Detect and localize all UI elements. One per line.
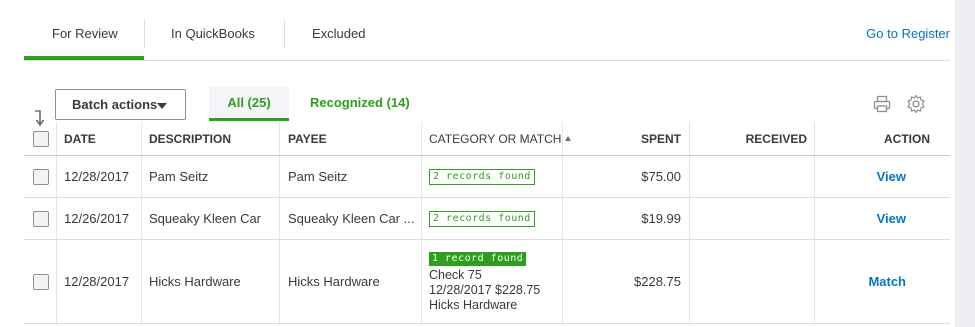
table-header-row: DATE DESCRIPTION PAYEE CATEGORY OR MATCH… [24,122,950,156]
column-divider [141,156,142,197]
view-link[interactable]: View [877,169,906,184]
page-scroll-gutter [955,0,975,327]
column-divider [421,122,422,155]
active-tab-indicator [24,56,144,60]
column-divider [421,240,422,323]
row-payee[interactable]: Hicks Hardware [288,240,380,323]
column-divider [56,240,57,323]
column-divider [279,156,280,197]
row-spent: $228.75 [634,274,681,289]
tab-excluded[interactable]: Excluded [312,26,365,41]
column-divider [56,156,57,197]
row-spent: $19.99 [641,211,681,226]
column-divider [141,198,142,239]
batch-actions-label: Batch actions [72,97,158,112]
row-description: Pam Seitz [149,169,209,184]
column-divider [279,122,280,155]
select-all-cell [33,122,49,155]
tab-in-quickbooks[interactable]: In QuickBooks [171,26,255,41]
row-checkbox[interactable] [33,273,49,290]
row-received [689,156,807,197]
record-found-badge[interactable]: 1 record found [429,252,527,266]
header-action: ACTION [884,131,930,146]
column-divider [56,198,57,239]
row-action-cell: View [814,156,906,197]
column-divider [141,240,142,323]
review-tabs: For Review In QuickBooks Excluded Go to … [24,0,950,61]
column-divider [279,198,280,239]
filter-recognized-tab[interactable]: Recognized (14) [310,95,410,110]
table-row[interactable]: 12/28/2017 Pam Seitz Pam Seitz 2 records… [24,156,950,198]
row-category-cell[interactable]: 1 record found Check 75 12/28/2017 $228.… [429,240,540,323]
row-category-cell[interactable]: 2 records found [429,198,535,239]
row-date: 12/28/2017 [64,274,130,289]
header-category-cell[interactable]: CATEGORY OR MATCH [429,122,572,155]
records-found-badge[interactable]: 2 records found [429,168,535,185]
table-row[interactable]: 12/26/2017 Squeaky Kleen Car Squeaky Kle… [24,198,950,240]
match-line-payee: Hicks Hardware [429,298,518,312]
row-action-cell: Match [814,240,906,323]
header-date[interactable]: DATE [64,122,96,155]
chevron-down-icon [157,103,167,109]
row-select-cell [33,198,49,239]
table-row[interactable]: 12/28/2017 Hicks Hardware Hicks Hardware… [24,240,950,324]
tab-divider [284,20,285,48]
filter-all-tab[interactable]: All (25) [209,87,289,121]
print-icon[interactable] [873,95,891,113]
view-link[interactable]: View [877,211,906,226]
column-divider [141,122,142,155]
tab-for-review[interactable]: For Review [52,26,118,41]
records-found-badge[interactable]: 2 records found [429,210,535,227]
match-link[interactable]: Match [868,274,906,289]
header-category: CATEGORY OR MATCH [429,131,562,146]
column-divider [421,156,422,197]
row-action-cell: View [814,198,906,239]
row-select-cell [33,156,49,197]
row-received [689,240,807,323]
column-divider [56,122,57,155]
match-details: 1 record found Check 75 12/28/2017 $228.… [429,250,540,313]
row-payee[interactable]: Squeaky Kleen Car ... [288,198,414,239]
row-select-cell [33,240,49,323]
row-description: Squeaky Kleen Car [149,211,262,226]
header-received[interactable]: RECEIVED [689,122,807,155]
go-to-register-link[interactable]: Go to Register [866,26,950,41]
header-payee[interactable]: PAYEE [288,122,327,155]
header-description[interactable]: DESCRIPTION [149,122,231,155]
column-divider [279,240,280,323]
row-date: 12/26/2017 [64,211,130,226]
row-received [689,198,807,239]
match-line-date-amount: 12/28/2017 $228.75 [429,283,541,297]
match-line-check: Check 75 [429,268,482,282]
row-checkbox[interactable] [33,168,49,185]
column-divider [421,198,422,239]
row-spent: $75.00 [641,169,681,184]
row-date: 12/28/2017 [64,169,130,184]
row-category-cell[interactable]: 2 records found [429,156,535,197]
row-payee[interactable]: Pam Seitz [288,156,347,197]
row-description: Hicks Hardware [149,274,241,289]
row-checkbox[interactable] [33,210,49,227]
select-all-checkbox[interactable] [33,130,49,147]
batch-actions-button[interactable]: Batch actions [55,89,186,120]
tab-divider [144,20,145,48]
header-spent[interactable]: SPENT [562,122,681,155]
gear-icon[interactable] [906,94,926,114]
